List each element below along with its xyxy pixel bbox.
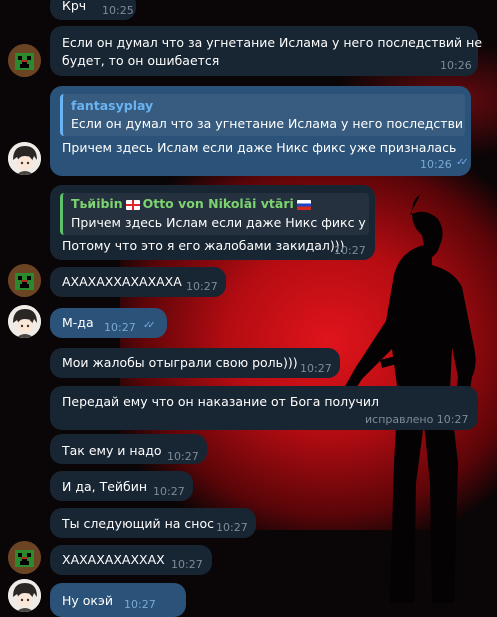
reply-quote[interactable]: Тьйibin Otto von Nikolāi vtāri Причем зде… xyxy=(60,193,369,235)
message-bubble[interactable]: Мои жалобы отыграли свою роль))) 10:27 xyxy=(50,348,340,378)
message-text: М-да xyxy=(62,315,94,330)
double-check-icon: ✓✓ xyxy=(143,320,156,331)
message-bubble[interactable]: Если он думал что за угнетание Ислама у … xyxy=(50,26,482,76)
reply-text: Причем здесь Ислам если даже Никс фикс у… xyxy=(71,215,366,230)
avatar-creeper[interactable] xyxy=(8,44,41,77)
avatar-creeper[interactable] xyxy=(8,264,41,297)
message-time: 10:26 xyxy=(420,158,452,171)
message-time: 10:27 xyxy=(124,598,156,611)
reply-author: fantasyplay xyxy=(71,98,154,113)
message-bubble[interactable]: АХАХАХХАХАХАХА 10:27 xyxy=(50,267,226,297)
creeper-avatar-icon xyxy=(8,541,41,574)
message-time: 10:25 xyxy=(102,4,134,17)
message-text: Ну окэй xyxy=(62,593,113,608)
message-text: И да, Тейбин xyxy=(62,479,148,494)
avatar-anime[interactable] xyxy=(8,305,41,338)
message-bubble[interactable]: Так ему и надо 10:27 xyxy=(50,434,207,464)
creeper-avatar-icon xyxy=(8,44,41,77)
message-text: АХАХАХХАХАХАХА xyxy=(62,274,182,289)
message-bubble[interactable]: Ты следующий на снос 10:27 xyxy=(50,508,256,538)
message-time: 10:27 xyxy=(167,450,199,463)
creeper-avatar-icon xyxy=(8,264,41,297)
message-bubble-outgoing[interactable]: fantasyplay Если он думал что за угнетан… xyxy=(50,86,471,176)
message-time: 10:27 xyxy=(334,244,366,257)
message-text: Ты следующий на снос xyxy=(62,516,214,531)
message-text: ХАХАХАХАХХАХ xyxy=(62,552,165,567)
message-text: Потому что это я его жалобами закидал))) xyxy=(62,238,345,253)
message-bubble[interactable]: И да, Тейбин 10:27 xyxy=(50,471,193,501)
message-time-edited: исправлено 10:27 xyxy=(365,413,469,426)
message-text: Передай ему что он наказание от Бога пол… xyxy=(62,394,380,409)
message-time: 10:27 xyxy=(300,362,332,375)
reply-quote[interactable]: fantasyplay Если он думал что за угнетан… xyxy=(60,94,465,136)
message-bubble[interactable]: ХАХАХАХАХХАХ 10:27 xyxy=(50,545,212,575)
message-time: 10:27 xyxy=(171,558,203,571)
reply-author: Тьйibin Otto von Nikolāi vtāri xyxy=(71,196,314,212)
avatar-anime[interactable] xyxy=(8,142,41,175)
reply-text: Если он думал что за угнетание Ислама у … xyxy=(71,116,463,131)
message-bubble[interactable]: Передай ему что он наказание от Бога пол… xyxy=(50,386,478,430)
message-text: Так ему и надо xyxy=(62,443,162,458)
double-check-icon: ✓✓ xyxy=(456,157,469,168)
message-time: 10:26 xyxy=(440,59,472,72)
message-bubble[interactable]: Тьйibin Otto von Nikolāi vtāri Причем зде… xyxy=(50,185,375,260)
reply-author-part2: Otto von Nikolāi vtāri xyxy=(142,196,294,211)
anime-avatar-icon xyxy=(8,142,41,175)
avatar-anime[interactable] xyxy=(8,579,41,612)
georgia-flag-icon xyxy=(125,199,140,210)
message-time: 10:27 xyxy=(216,521,248,534)
anime-avatar-icon xyxy=(8,579,41,612)
message-bubble-outgoing[interactable]: М-да 10:27 ✓✓ xyxy=(50,308,167,338)
avatar-creeper[interactable] xyxy=(8,541,41,574)
russia-flag-icon xyxy=(296,199,311,210)
message-text: Мои жалобы отыграли свою роль))) xyxy=(62,355,298,370)
message-text-line2: будет, то он ошибается xyxy=(62,53,220,68)
message-bubble-outgoing[interactable]: Ну окэй 10:27 xyxy=(50,583,186,617)
message-text-line1: Если он думал что за угнетание Ислама у … xyxy=(62,35,483,50)
message-bubble[interactable]: Крч 10:25 xyxy=(50,0,136,20)
message-text: Крч xyxy=(62,0,87,13)
message-time: 10:27 xyxy=(186,280,218,293)
message-time: 10:27 xyxy=(153,485,185,498)
message-text: Причем здесь Ислам если даже Никс фикс у… xyxy=(62,140,457,155)
reply-author-part1: Тьйibin xyxy=(71,196,123,211)
message-time: 10:27 xyxy=(104,321,136,334)
anime-avatar-icon xyxy=(8,305,41,338)
